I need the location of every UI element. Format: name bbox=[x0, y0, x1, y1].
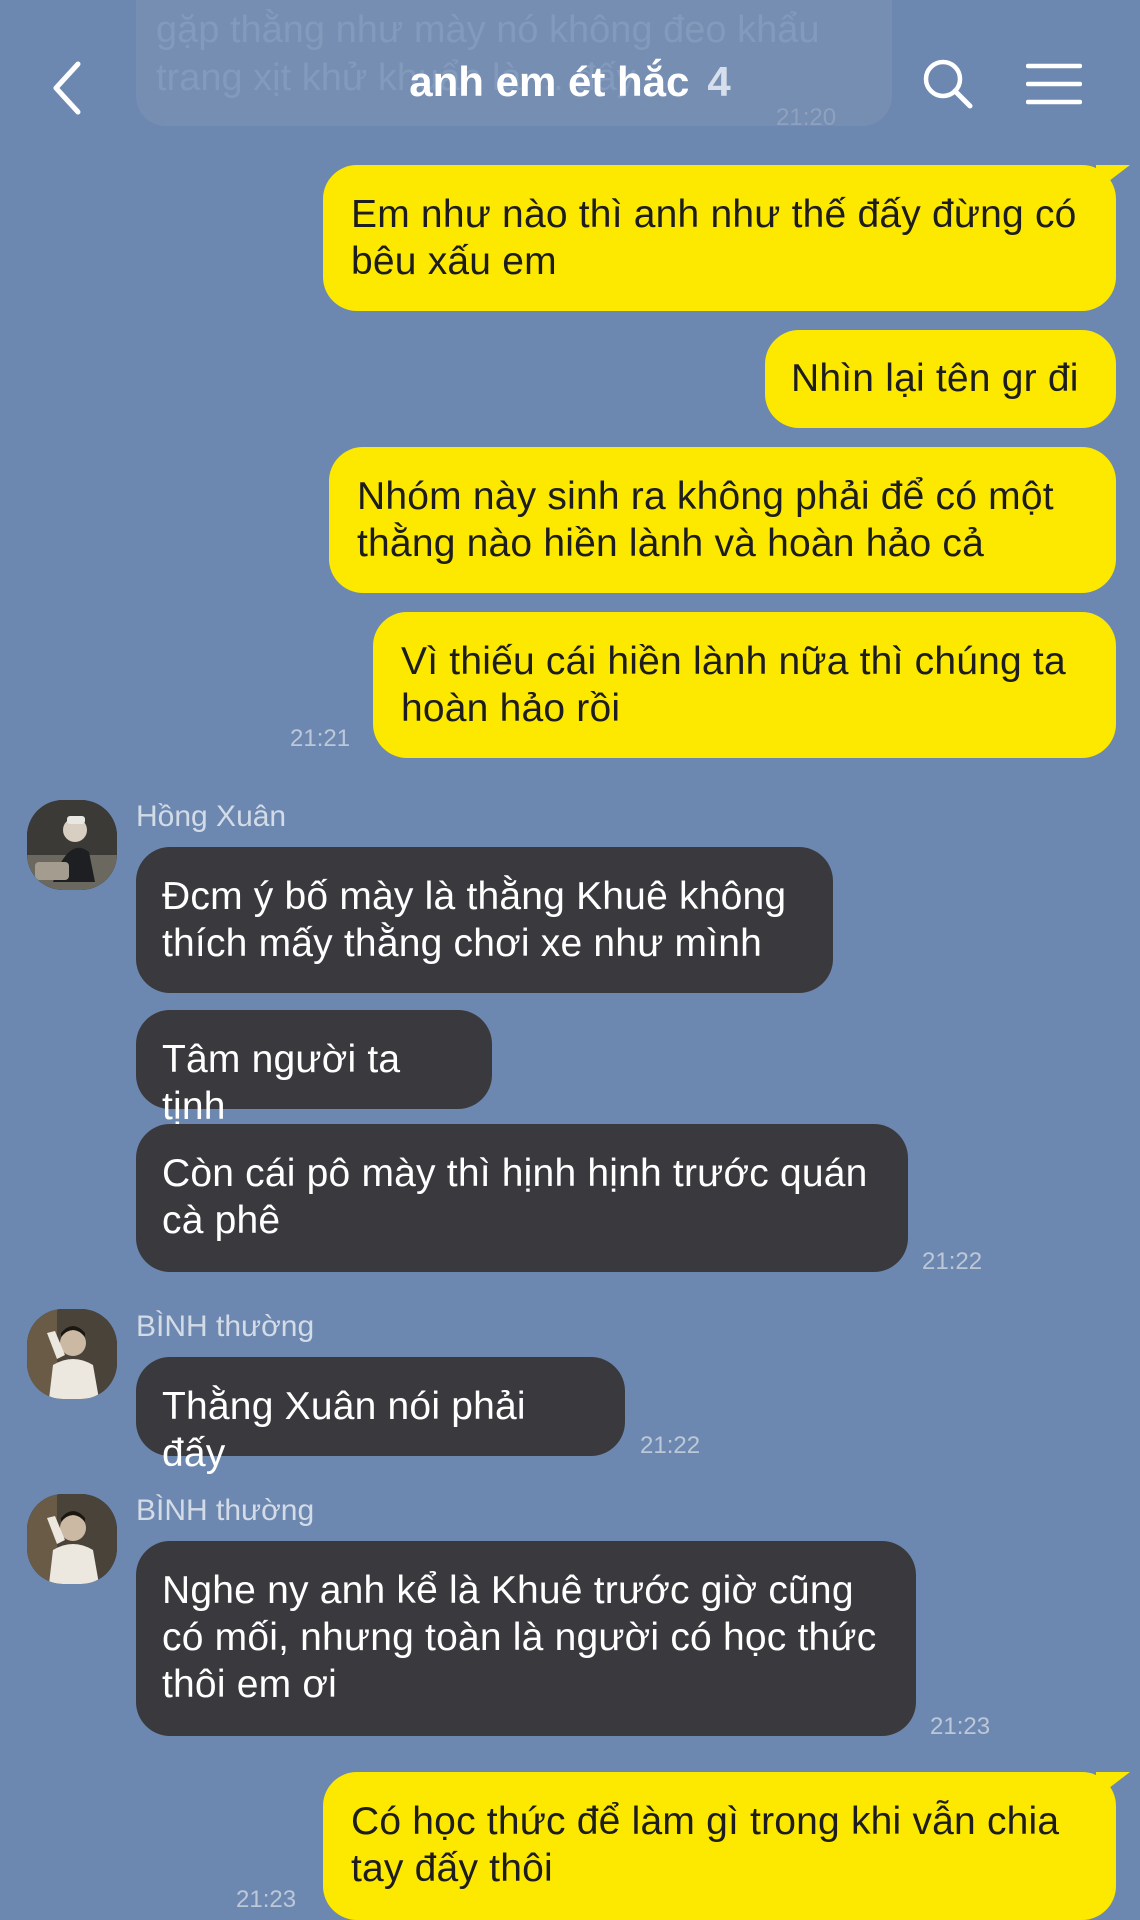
their-message-bubble[interactable]: Đcm ý bố mày là thằng Khuê không thích m… bbox=[136, 847, 833, 993]
my-message-bubble[interactable]: Nhóm này sinh ra không phải để có một th… bbox=[329, 447, 1116, 593]
avatar-photo bbox=[27, 1494, 117, 1584]
message-text: Tâm người ta tịnh bbox=[162, 1038, 401, 1128]
avatar-binh-thuong[interactable] bbox=[27, 1309, 117, 1399]
sender-name: Hồng Xuân bbox=[136, 800, 287, 833]
menu-icon[interactable] bbox=[1026, 62, 1082, 106]
member-count: 4 bbox=[707, 58, 731, 105]
search-icon[interactable] bbox=[922, 58, 974, 110]
message-text: Nhìn lại tên gr đi bbox=[791, 357, 1079, 400]
message-text: Em như nào thì anh như thế đấy đừng có b… bbox=[351, 193, 1077, 283]
message-text: Còn cái pô mày thì hịnh hịnh trước quán … bbox=[162, 1152, 868, 1242]
my-message-bubble[interactable]: Nhìn lại tên gr đi bbox=[765, 330, 1116, 428]
avatar-photo bbox=[27, 800, 117, 890]
message-time: 21:23 bbox=[930, 1713, 991, 1740]
their-message-bubble[interactable]: Nghe ny anh kể là Khuê trước giờ cũng có… bbox=[136, 1541, 916, 1736]
message-text: Vì thiếu cái hiền lành nữa thì chúng ta … bbox=[401, 640, 1066, 730]
message-time: 21:23 bbox=[236, 1886, 297, 1913]
message-text: Đcm ý bố mày là thằng Khuê không thích m… bbox=[162, 875, 787, 965]
message-text: Nhóm này sinh ra không phải để có một th… bbox=[357, 475, 1054, 565]
avatar-hong-xuan[interactable] bbox=[27, 800, 117, 890]
their-message-bubble[interactable]: Thằng Xuân nói phải đấy bbox=[136, 1357, 625, 1475]
message-time: 21:21 bbox=[290, 725, 351, 752]
message-text: Nghe ny anh kể là Khuê trước giờ cũng có… bbox=[162, 1569, 877, 1706]
sender-name: BÌNH thường bbox=[136, 1494, 315, 1527]
message-text: Thằng Xuân nói phải đấy bbox=[162, 1385, 526, 1475]
group-name: anh em ét hắc bbox=[409, 58, 690, 105]
message-time: 21:22 bbox=[922, 1248, 983, 1275]
chat-header: anh em ét hắc 4 bbox=[0, 40, 1140, 132]
their-message-bubble[interactable]: Tâm người ta tịnh bbox=[136, 1010, 492, 1128]
my-message-bubble[interactable]: Em như nào thì anh như thế đấy đừng có b… bbox=[323, 165, 1130, 311]
message-time: 21:22 bbox=[640, 1432, 701, 1459]
my-message-bubble[interactable]: Có học thức để làm gì trong khi vẫn chia… bbox=[323, 1772, 1130, 1920]
sender-name: BÌNH thường bbox=[136, 1310, 315, 1343]
their-message-bubble[interactable]: Còn cái pô mày thì hịnh hịnh trước quán … bbox=[136, 1124, 908, 1272]
message-text: Có học thức để làm gì trong khi vẫn chia… bbox=[351, 1800, 1060, 1890]
avatar-binh-thuong[interactable] bbox=[27, 1494, 117, 1584]
chat-area: gặp thằng như mày nó không đeo khẩu tran… bbox=[0, 0, 1140, 1920]
my-message-bubble[interactable]: Vì thiếu cái hiền lành nữa thì chúng ta … bbox=[373, 612, 1116, 758]
avatar-photo bbox=[27, 1309, 117, 1399]
